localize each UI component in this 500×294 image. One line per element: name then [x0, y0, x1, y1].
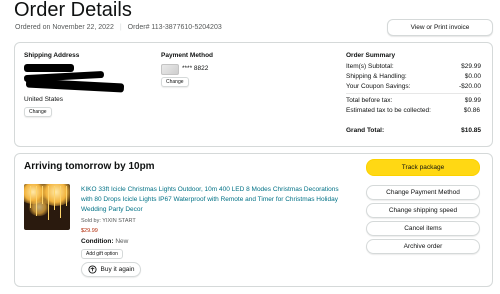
summary-row-grand-total: Grand Total: $10.85 — [346, 127, 481, 134]
order-summary-heading: Order Summary — [346, 52, 396, 59]
shipment-card: Arriving tomorrow by 10pm Track package … — [14, 153, 493, 287]
add-gift-option-button[interactable]: Add gift option — [81, 249, 123, 259]
refresh-cart-icon — [87, 265, 97, 274]
product-price: $29.99 — [81, 228, 98, 234]
address-country: United States — [24, 96, 64, 103]
change-payment-button[interactable]: Change — [161, 77, 189, 87]
summary-value: -$20.00 — [458, 83, 481, 90]
summary-divider — [346, 93, 481, 94]
change-payment-method-button[interactable]: Change Payment Method — [366, 185, 480, 200]
summary-label: Shipping & Handling: — [346, 73, 407, 80]
order-meta: Ordered on November 22, 2022 | Order# 11… — [15, 24, 222, 31]
summary-value: $9.99 — [464, 97, 481, 104]
product-condition: Condition: New — [81, 238, 128, 245]
archive-order-button[interactable]: Archive order — [366, 239, 480, 254]
meta-separator: | — [119, 24, 122, 31]
change-shipping-speed-button[interactable]: Change shipping speed — [366, 203, 480, 218]
buy-again-label: Buy it again — [100, 266, 135, 273]
view-invoice-button[interactable]: View or Print invoice — [387, 19, 493, 36]
buy-again-button[interactable]: Buy it again — [81, 262, 141, 277]
product-title-link[interactable]: KIKO 33ft Icicle Christmas Lights Outdoo… — [81, 185, 351, 215]
ordered-on: Ordered on November 22, 2022 — [15, 24, 114, 31]
summary-row-coupon: Your Coupon Savings: -$20.00 — [346, 83, 481, 90]
redacted-city — [25, 78, 125, 93]
order-number: Order# 113-3877610-5204203 — [127, 24, 222, 31]
sold-by: Sold by: YIXIN START — [81, 218, 136, 224]
page-title: Order Details — [14, 0, 132, 21]
change-address-button[interactable]: Change — [24, 107, 52, 117]
track-package-button[interactable]: Track package — [366, 159, 480, 176]
summary-label: Total before tax: — [346, 97, 393, 104]
summary-value: $29.99 — [461, 63, 481, 70]
card-digits: **** 8822 — [182, 65, 209, 72]
arrival-heading: Arriving tomorrow by 10pm — [24, 161, 155, 172]
cancel-items-button[interactable]: Cancel items — [366, 221, 480, 236]
summary-value: $10.85 — [461, 127, 481, 134]
summary-row-shipping: Shipping & Handling: $0.00 — [346, 73, 481, 80]
shipping-address-heading: Shipping Address — [24, 52, 80, 59]
condition-value: New — [115, 238, 129, 245]
order-info-card: Shipping Address United States Change Pa… — [14, 42, 493, 147]
credit-card-icon — [161, 64, 179, 75]
condition-label: Condition: — [81, 238, 114, 245]
summary-value: $0.00 — [464, 73, 481, 80]
summary-row-before-tax: Total before tax: $9.99 — [346, 97, 481, 104]
summary-label: Item(s) Subtotal: — [346, 63, 394, 70]
product-image[interactable] — [24, 184, 70, 230]
redacted-name — [24, 64, 74, 72]
summary-label-tax: Estimated tax to be collected: — [346, 107, 431, 114]
summary-label: Your Coupon Savings: — [346, 83, 411, 90]
summary-row-subtotal: Item(s) Subtotal: $29.99 — [346, 63, 481, 70]
summary-value-tax: $0.86 — [463, 107, 480, 114]
payment-method-heading: Payment Method — [161, 52, 214, 59]
summary-label: Grand Total: — [346, 127, 385, 134]
